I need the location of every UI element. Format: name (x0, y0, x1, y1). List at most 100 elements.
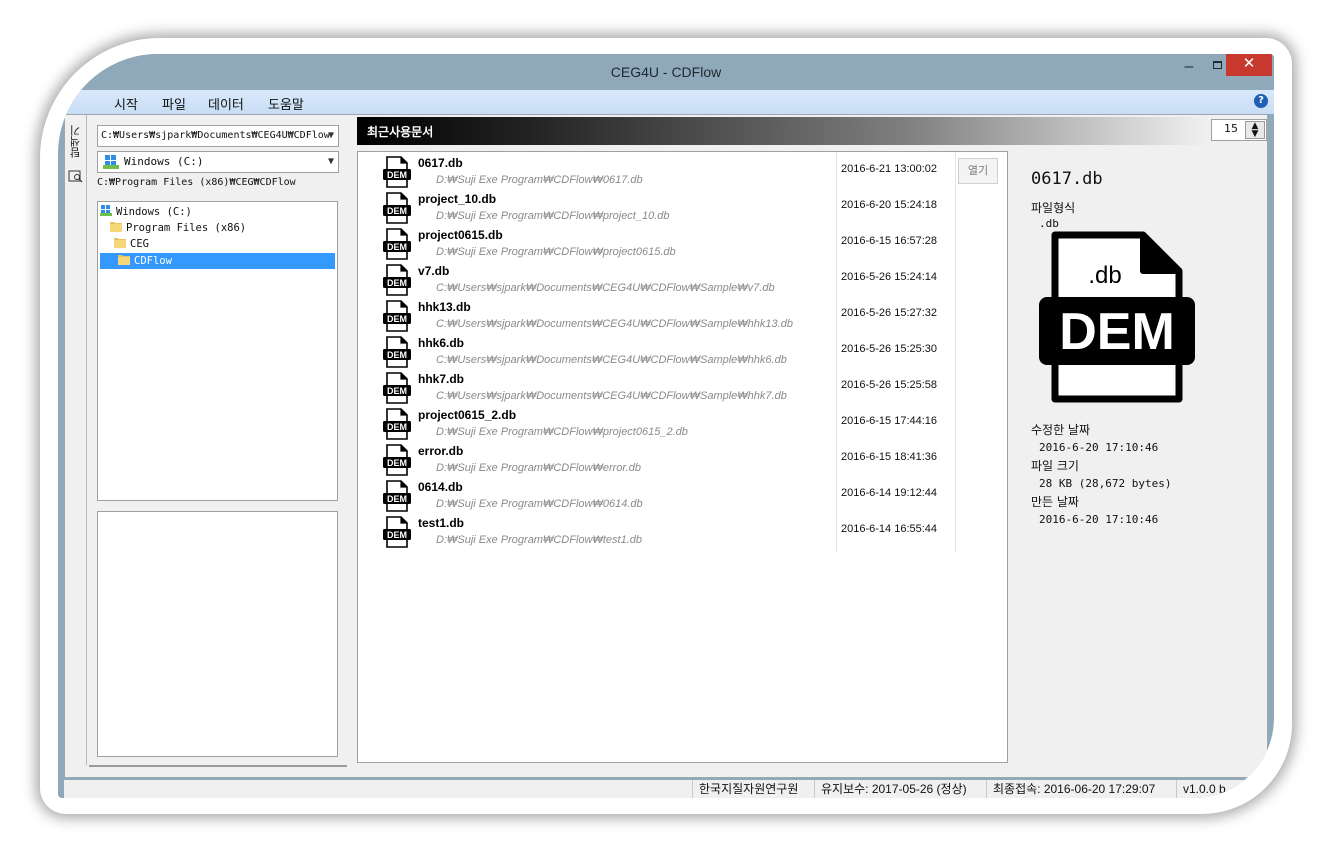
file-details-panel: 0617.db 파일형식 .db .db DEM 수정한 날짜 2016-6-2… (1031, 159, 1261, 539)
dem-file-icon: DEM (383, 408, 411, 440)
recent-doc-name[interactable]: hhk6.db (418, 336, 464, 350)
tab-explorer[interactable]: 탐색기 (68, 125, 84, 158)
title-bar[interactable]: CEG4U - CDFlow – ✕ (58, 54, 1274, 90)
recent-doc-row[interactable]: DEM hhk6.db C:₩Users₩sjpark₩Documents₩CEG4… (358, 332, 958, 368)
windows-drive-icon (103, 155, 119, 169)
minimize-button[interactable]: – (1176, 58, 1202, 80)
svg-text:DEM: DEM (387, 350, 407, 360)
recent-doc-date: 2016-6-15 16:57:28 (841, 235, 938, 247)
recent-doc-name[interactable]: test1.db (418, 516, 464, 530)
menu-help[interactable]: 도움말 (268, 94, 304, 113)
menu-bar: 시작 파일 데이터 도움말 ? (58, 90, 1274, 114)
path-combo[interactable]: C:₩Users₩sjpark₩Documents₩CEG4U₩CDFlow ▼ (97, 125, 339, 147)
recent-doc-row[interactable]: DEM project_10.db D:₩Suji Exe Program₩CDFl… (358, 188, 958, 224)
open-button[interactable]: 열기 (958, 158, 998, 184)
dem-file-icon: DEM (383, 336, 411, 368)
dem-file-icon: DEM (383, 228, 411, 260)
recent-doc-name[interactable]: hhk7.db (418, 372, 464, 386)
tree-item-label: CEG (130, 238, 149, 250)
detail-file-name: 0617.db (1031, 169, 1103, 189)
recent-doc-row[interactable]: DEM v7.db C:₩Users₩sjpark₩Documents₩CEG4U₩… (358, 260, 958, 296)
client-area: 탐색기 C:₩Users₩sjpark₩Documents₩CEG4U₩CDFl… (64, 114, 1268, 778)
dem-icon-text: DEM (1059, 303, 1175, 361)
dem-document-icon: .db DEM (1039, 231, 1195, 403)
recent-doc-name[interactable]: project0615_2.db (418, 408, 516, 422)
recent-doc-name[interactable]: hhk13.db (418, 300, 471, 314)
chevron-down-icon[interactable]: ▼ (328, 126, 334, 146)
recent-doc-path: C:₩Users₩sjpark₩Documents₩CEG4U₩CDFlow₩S… (436, 282, 775, 294)
current-path: C:₩Program Files (x86)₩CEG₩CDFlow (97, 177, 296, 188)
screenshot-frame: CEG4U - CDFlow – ✕ 시작 파일 데이터 도움말 ? 탐색기 C… (40, 38, 1292, 814)
chevron-down-icon[interactable]: ▼ (328, 152, 334, 172)
detail-format-value: .db (1039, 217, 1059, 230)
svg-text:DEM: DEM (387, 170, 407, 180)
detail-format-label: 파일형식 (1031, 201, 1076, 215)
dem-file-icon: DEM (383, 264, 411, 296)
recent-doc-name[interactable]: project_10.db (418, 192, 496, 206)
recent-docs-list[interactable]: DEM 0617.db D:₩Suji Exe Program₩CDFlow₩061… (357, 151, 1008, 763)
detail-created-value: 2016-6-20 17:10:46 (1039, 513, 1159, 526)
recent-doc-row[interactable]: DEM project0615.db D:₩Suji Exe Program₩CDF… (358, 224, 958, 260)
tree-item-cdflow[interactable]: CDFlow (100, 253, 335, 269)
recent-doc-date: 2016-5-26 15:27:32 (841, 307, 938, 319)
status-last-access: 최종접속: 2016-06-20 17:29:07 (986, 780, 1174, 798)
dem-file-icon: DEM (383, 156, 411, 188)
folder-tree[interactable]: Windows (C:) Program Files (x86) CEG CDF… (97, 201, 338, 501)
svg-text:DEM: DEM (387, 206, 407, 216)
recent-doc-row[interactable]: DEM 0617.db D:₩Suji Exe Program₩CDFlow₩061… (358, 152, 958, 188)
recent-docs-header: 최근사용문서 (357, 117, 1207, 145)
dem-file-icon: DEM (383, 444, 411, 476)
recent-doc-row[interactable]: DEM error.db D:₩Suji Exe Program₩CDFlow₩er… (358, 440, 958, 476)
status-bar: 한국지질자원연구원 유지보수: 2017-05-26 (정상) 최종접속: 20… (64, 780, 1268, 798)
drive-combo[interactable]: Windows (C:) ▼ (97, 151, 339, 173)
folder-search-icon[interactable] (68, 169, 83, 183)
menu-data[interactable]: 데이터 (208, 94, 244, 113)
recent-doc-path: D:₩Suji Exe Program₩CDFlow₩0617.db (436, 174, 643, 186)
tree-item-windows[interactable]: Windows (C:) (100, 204, 192, 220)
recent-doc-name[interactable]: v7.db (418, 264, 449, 278)
menu-start[interactable]: 시작 (114, 94, 138, 113)
recent-doc-row[interactable]: DEM 0614.db D:₩Suji Exe Program₩CDFlow₩061… (358, 476, 958, 512)
recent-doc-date: 2016-6-20 15:24:18 (841, 199, 938, 211)
tree-item-program-files[interactable]: Program Files (x86) (110, 220, 246, 236)
tree-item-ceg[interactable]: CEG (114, 236, 149, 252)
recent-count-value: 15 (1224, 122, 1238, 135)
recent-doc-path: C:₩Users₩sjpark₩Documents₩CEG4U₩CDFlow₩S… (436, 390, 787, 402)
recent-doc-name[interactable]: 0614.db (418, 480, 463, 494)
recent-doc-date: 2016-6-15 17:44:16 (841, 415, 938, 427)
window-title: CEG4U - CDFlow (610, 64, 722, 80)
detail-size-label: 파일 크기 (1031, 459, 1079, 473)
svg-text:DEM: DEM (387, 242, 407, 252)
recent-doc-row[interactable]: DEM project0615_2.db D:₩Suji Exe Program₩C… (358, 404, 958, 440)
windows-drive-icon (100, 205, 112, 216)
recent-doc-row[interactable]: DEM hhk7.db C:₩Users₩sjpark₩Documents₩CEG4… (358, 368, 958, 404)
recent-doc-name[interactable]: 0617.db (418, 156, 463, 170)
close-button[interactable]: ✕ (1226, 54, 1272, 76)
path-combo-value: C:₩Users₩sjpark₩Documents₩CEG4U₩CDFlow (101, 130, 330, 141)
detail-modified-value: 2016-6-20 17:10:46 (1039, 441, 1159, 454)
spin-updown-icon[interactable]: ▲ ▼ (1245, 121, 1265, 139)
recent-doc-path: D:₩Suji Exe Program₩CDFlow₩project0615_2… (436, 426, 688, 438)
recent-doc-path: D:₩Suji Exe Program₩CDFlow₩error.db (436, 462, 641, 474)
recent-doc-path: C:₩Users₩sjpark₩Documents₩CEG4U₩CDFlow₩S… (436, 354, 787, 366)
recent-doc-name[interactable]: project0615.db (418, 228, 503, 242)
recent-doc-row[interactable]: DEM hhk13.db C:₩Users₩sjpark₩Documents₩CEG… (358, 296, 958, 332)
status-version: v1.0.0 b (1176, 780, 1230, 798)
dem-file-icon: DEM (383, 300, 411, 332)
recent-doc-path: C:₩Users₩sjpark₩Documents₩CEG4U₩CDFlow₩S… (436, 318, 793, 330)
recent-count-stepper[interactable]: 15 ▲ ▼ (1211, 119, 1267, 141)
help-icon[interactable]: ? (1254, 94, 1268, 108)
menu-file[interactable]: 파일 (162, 94, 186, 113)
detail-created-label: 만든 날짜 (1031, 495, 1079, 509)
recent-doc-date: 2016-6-14 19:12:44 (841, 487, 938, 499)
svg-text:DEM: DEM (387, 386, 407, 396)
recent-doc-row[interactable]: DEM test1.db D:₩Suji Exe Program₩CDFlow₩te… (358, 512, 958, 548)
recent-doc-date: 2016-6-21 13:00:02 (841, 163, 938, 175)
recent-doc-name[interactable]: error.db (418, 444, 463, 458)
folder-icon (110, 222, 122, 232)
detail-size-value: 28 KB (28,672 bytes) (1039, 477, 1172, 490)
recent-docs-title: 최근사용문서 (367, 125, 434, 139)
recent-doc-path: D:₩Suji Exe Program₩CDFlow₩test1.db (436, 534, 642, 546)
dem-file-icon: DEM (383, 480, 411, 512)
tree-item-label: CDFlow (134, 255, 172, 267)
